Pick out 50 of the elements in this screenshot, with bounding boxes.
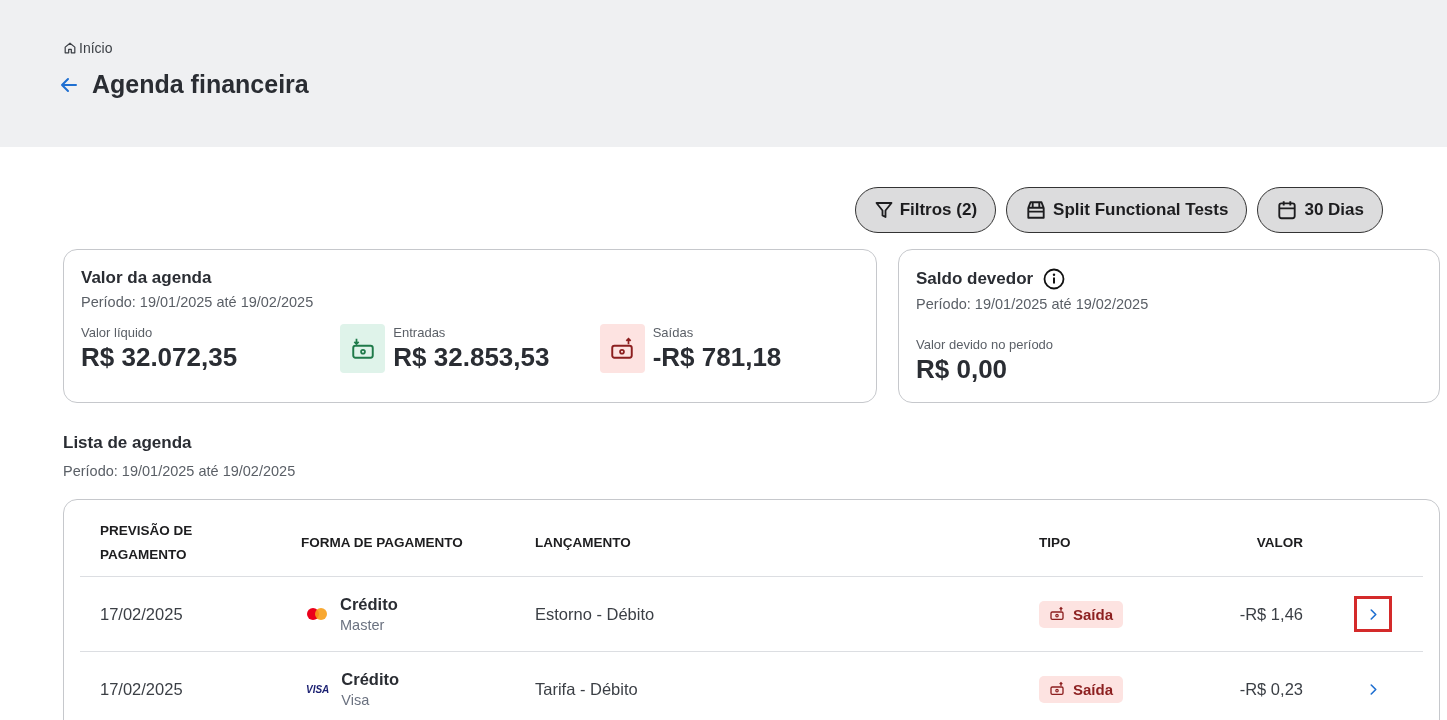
- type-tag: Saída: [1039, 600, 1124, 628]
- money-in-icon: [340, 324, 386, 373]
- page-title: Agenda financeira: [92, 70, 309, 99]
- period-text: Período: 19/01/2025 até 19/02/2025: [63, 463, 297, 479]
- home-icon: [63, 41, 77, 55]
- column-header: PREVISÃO DE PAGAMENTO: [99, 522, 194, 564]
- table-cell-text: -R$ 1,46: [1238, 604, 1304, 624]
- chevron-right-icon: [1368, 607, 1378, 621]
- payment-method: Crédito: [340, 595, 398, 614]
- column-header: TIPO: [1038, 534, 1072, 552]
- table-cell-text: Tarifa - Débito: [534, 679, 639, 699]
- breadcrumb-link[interactable]: Início: [63, 40, 113, 56]
- store-icon: [1025, 199, 1048, 221]
- metric-label: Entradas: [393, 324, 447, 340]
- metric-label: Valor líquido: [81, 324, 154, 340]
- type-tag: Saída: [1039, 675, 1124, 703]
- money-out-icon: [599, 324, 645, 373]
- card-brand-icon: [306, 607, 328, 621]
- table-cell-text: 17/02/2025: [99, 604, 184, 624]
- card-title: Saldo devedor: [916, 269, 1034, 289]
- metric-value: -R$ 781,18: [652, 341, 782, 373]
- table-cell-text: 17/02/2025: [99, 679, 184, 699]
- column-header: VALOR: [1255, 534, 1304, 552]
- row-detail-button[interactable]: [1354, 596, 1392, 632]
- metric-label: Valor devido no período: [916, 337, 1055, 352]
- chevron-right-icon: [1368, 682, 1378, 696]
- card-brand-logo: VISA: [306, 683, 330, 695]
- card-brand: Visa: [341, 692, 371, 708]
- period-text: Período: 19/01/2025 até 19/02/2025: [916, 296, 1150, 312]
- metric-value: R$ 32.853,53: [393, 341, 550, 373]
- info-icon[interactable]: [1043, 268, 1066, 290]
- money-out-icon: [1049, 606, 1065, 622]
- store-button[interactable]: Split Functional Tests: [1006, 187, 1248, 233]
- period-button[interactable]: 30 Dias: [1257, 187, 1383, 233]
- filter-icon: [873, 200, 894, 220]
- metric-value: R$ 32.072,35: [81, 341, 238, 373]
- period-text: Período: 19/01/2025 até 19/02/2025: [81, 294, 315, 310]
- card-brand: Master: [340, 617, 386, 633]
- calendar-icon: [1276, 199, 1299, 221]
- section-title: Lista de agenda: [63, 433, 193, 453]
- table-cell-text: -R$ 0,23: [1238, 679, 1304, 699]
- metric-value: R$ 0,00: [916, 354, 1009, 385]
- column-header: FORMA DE PAGAMENTO: [300, 534, 464, 552]
- money-out-icon: [1049, 681, 1065, 697]
- filter-button[interactable]: Filtros (2): [854, 187, 997, 233]
- table-cell-text: Estorno - Débito: [534, 604, 656, 624]
- column-header: LANÇAMENTO: [534, 534, 632, 552]
- payment-method: Crédito: [341, 670, 400, 689]
- metric-label: Saídas: [652, 324, 695, 340]
- card-title: Valor da agenda: [81, 268, 213, 288]
